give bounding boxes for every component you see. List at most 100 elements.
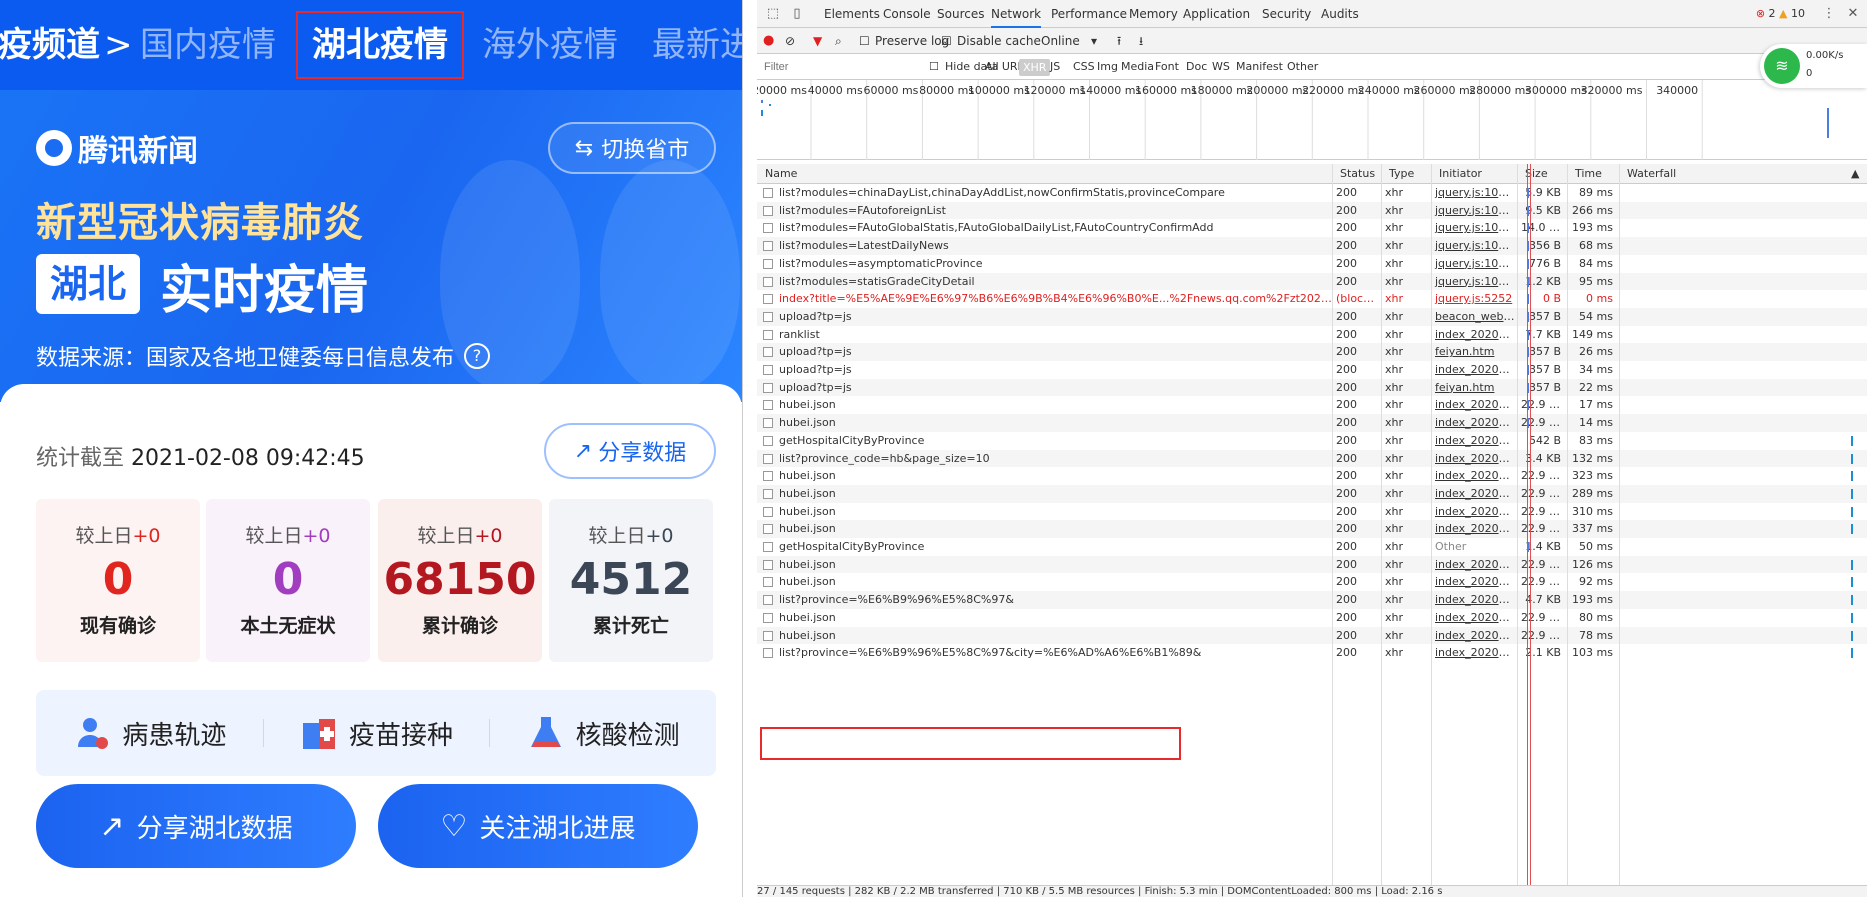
cell-initiator[interactable]: index_2020010... — [1431, 414, 1515, 432]
table-row[interactable]: hubei.json200 xhr index_2020010... 22.9 KB 8… — [757, 609, 1867, 627]
hide-data-urls-checkbox[interactable]: ☐ — [929, 60, 939, 74]
cell-initiator[interactable]: index_2020010... — [1431, 396, 1515, 414]
cell-name[interactable]: hubei.json — [775, 485, 1335, 503]
share-hubei-button[interactable]: ↗ 分享湖北数据 — [36, 784, 356, 868]
cell-name[interactable]: hubei.json — [775, 627, 1335, 645]
filter-input[interactable] — [759, 57, 919, 77]
table-row[interactable]: upload?tp=js 200 xhr feiyan.htm 357 B 26 ms — [757, 343, 1867, 361]
table-row[interactable]: getHospitalCityByProvince 200 xhr Other 1.4 … — [757, 538, 1867, 556]
import-icon[interactable]: ⭱ — [1117, 33, 1121, 49]
disable-cache-checkbox[interactable]: ☑ — [941, 33, 952, 49]
cell-initiator[interactable]: index_2020010... — [1431, 485, 1515, 503]
column-header-status[interactable]: Status — [1336, 164, 1375, 184]
shortcut-nucleic-test[interactable]: 核酸检测 — [489, 713, 716, 753]
cell-initiator[interactable]: index_2020010... — [1431, 609, 1515, 627]
cell-initiator[interactable]: feiyan.htm — [1431, 343, 1515, 361]
tab-sources[interactable]: Sources — [937, 0, 984, 28]
table-row[interactable]: list?modules=FAutoforeignList 200 xhr jquer… — [757, 201, 1867, 220]
preserve-log-checkbox[interactable]: ☐ — [859, 33, 870, 49]
filter-type-ws[interactable]: WS — [1212, 60, 1230, 74]
table-row[interactable]: list?province=%E6%B9%96%E5%8C%97&city=%E… — [757, 644, 1867, 662]
cell-name[interactable]: hubei.json — [775, 396, 1335, 414]
column-divider[interactable] — [1381, 164, 1382, 885]
follow-hubei-button[interactable]: ♡ 关注湖北进展 — [378, 784, 698, 868]
cell-initiator[interactable]: index_2020010... — [1431, 450, 1515, 468]
column-divider[interactable] — [1332, 164, 1333, 885]
table-row[interactable]: hubei.json200 xhr index_2020010... 22.9 KB 2… — [757, 484, 1867, 503]
table-row[interactable]: upload?tp=js200 xhr beacon_web.mi... 357 B 5… — [757, 307, 1867, 326]
tab-overseas[interactable]: 海外疫情 — [482, 24, 618, 66]
tab-network[interactable]: Network — [991, 0, 1042, 28]
column-header-name[interactable]: Name — [761, 164, 797, 184]
cell-initiator[interactable]: Other — [1431, 538, 1515, 556]
table-row[interactable]: hubei.json200 xhr index_2020010... 22.9 KB 1… — [757, 396, 1867, 414]
table-row[interactable]: hubei.json200 xhr index_2020010... 22.9 KB 3… — [757, 503, 1867, 521]
cell-initiator[interactable]: index_2020010... — [1431, 591, 1515, 609]
cell-initiator[interactable]: index_2020010... — [1431, 573, 1515, 591]
cell-name[interactable]: upload?tp=js — [775, 343, 1335, 361]
table-row[interactable]: upload?tp=js200 xhr index_2020010... 357 B 3… — [757, 361, 1867, 379]
cell-name[interactable]: upload?tp=js — [775, 308, 1335, 326]
table-row[interactable]: list?modules=asymptomaticProvince 200 xhr j… — [757, 255, 1867, 273]
switch-region-button[interactable]: ⇆ 切换省市 — [548, 122, 716, 174]
inspect-icon[interactable]: ⬚ — [765, 6, 781, 22]
table-row[interactable]: index?title=%E5%AE%9E%E6%97%B6%E6%9B%B4%… — [757, 290, 1867, 308]
cell-name[interactable]: hubei.json — [775, 503, 1335, 521]
tab-memory[interactable]: Memory — [1129, 0, 1178, 28]
cell-name[interactable]: hubei.json — [775, 609, 1335, 627]
tab-security[interactable]: Security — [1262, 0, 1311, 28]
record-icon[interactable]: ● — [763, 33, 774, 49]
filter-type-manifest[interactable]: Manifest — [1236, 60, 1283, 74]
filter-type-img[interactable]: Img — [1097, 60, 1118, 74]
cell-initiator[interactable]: index_2020010... — [1431, 644, 1515, 662]
filter-icon[interactable]: ▼ — [813, 33, 822, 49]
sort-asc-icon[interactable]: ▲ — [1847, 164, 1859, 184]
cell-initiator[interactable]: jquery.js:10099 — [1431, 184, 1515, 202]
cell-name[interactable]: list?modules=asymptomaticProvince — [775, 255, 1335, 273]
column-divider[interactable] — [1619, 164, 1620, 885]
cell-name[interactable]: upload?tp=js — [775, 361, 1335, 379]
table-row[interactable]: list?modules=FAutoGlobalStatis,FAutoGlob… — [757, 219, 1867, 237]
cell-initiator[interactable]: jquery.js:5252 — [1431, 290, 1515, 308]
table-row[interactable]: ranklist200 xhr index_2020010... 7.7 KB 149 … — [757, 326, 1867, 344]
cell-initiator[interactable]: beacon_web.mi... — [1431, 308, 1515, 326]
throttle-select[interactable]: Online — [1041, 33, 1080, 49]
cell-name[interactable]: ranklist — [775, 326, 1335, 344]
cell-initiator[interactable]: jquery.js:10099 — [1431, 219, 1515, 237]
filter-type-font[interactable]: Font — [1155, 60, 1179, 74]
cell-name[interactable]: list?province=%E6%B9%96%E5%8C%97& — [775, 591, 1335, 609]
tab-latest[interactable]: 最新进 — [652, 24, 742, 66]
table-row[interactable]: upload?tp=js 200 xhr feiyan.htm 357 B 22 ms — [757, 378, 1867, 397]
shortcut-patient-track[interactable]: 病患轨迹 — [36, 713, 263, 753]
cell-initiator[interactable]: index_2020010... — [1431, 627, 1515, 645]
table-row[interactable]: list?modules=chinaDayList,chinaDayAddLis… — [757, 184, 1867, 202]
export-icon[interactable]: ⭳ — [1139, 33, 1143, 49]
cell-initiator[interactable]: index_2020010... — [1431, 432, 1515, 450]
filter-type-css[interactable]: CSS — [1073, 60, 1095, 74]
column-header-initiator[interactable]: Initiator — [1435, 164, 1482, 184]
cell-name[interactable]: hubei.json — [775, 520, 1335, 538]
cell-initiator[interactable]: index_2020010... — [1431, 556, 1515, 574]
cell-name[interactable]: upload?tp=js — [775, 379, 1335, 397]
cell-name[interactable]: list?modules=statisGradeCityDetail — [775, 273, 1335, 291]
close-icon[interactable]: ✕ — [1845, 6, 1861, 22]
column-header-waterfall[interactable]: Waterfall — [1623, 164, 1676, 184]
cell-name[interactable]: list?modules=FAutoGlobalStatis,FAutoGlob… — [775, 219, 1335, 237]
cell-initiator[interactable]: index_2020010... — [1431, 326, 1515, 344]
column-divider[interactable] — [1517, 164, 1518, 885]
column-header-time[interactable]: Time — [1571, 164, 1602, 184]
column-header-type[interactable]: Type — [1385, 164, 1414, 184]
cell-name[interactable]: list?modules=LatestDailyNews — [775, 237, 1335, 255]
shortcut-vaccine[interactable]: 疫苗接种 — [262, 713, 490, 753]
device-toolbar-icon[interactable]: ▯ — [789, 6, 805, 22]
filter-type-doc[interactable]: Doc — [1186, 60, 1207, 74]
column-divider[interactable] — [1431, 164, 1432, 885]
table-row[interactable]: hubei.json200 xhr index_2020010... 22.9 KB 1… — [757, 414, 1867, 432]
filter-type-media[interactable]: Media — [1121, 60, 1154, 74]
cell-name[interactable]: hubei.json — [775, 556, 1335, 574]
cell-initiator[interactable]: index_2020010... — [1431, 520, 1515, 538]
cell-initiator[interactable]: jquery.js:10099 — [1431, 237, 1515, 255]
table-row[interactable]: list?modules=LatestDailyNews 200 xhr jquery… — [757, 237, 1867, 255]
tab-domestic[interactable]: 国内疫情 — [140, 24, 276, 66]
search-icon[interactable]: ⌕ — [835, 33, 842, 49]
